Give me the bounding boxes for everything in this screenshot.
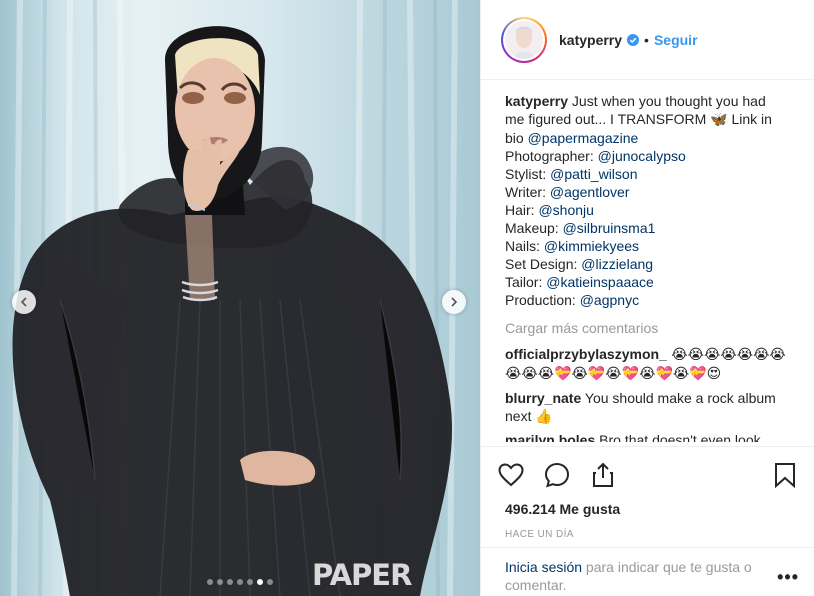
credit-handle-link[interactable]: @shonju: [538, 202, 593, 218]
username-link[interactable]: katyperry: [559, 32, 622, 48]
next-photo-button[interactable]: [442, 290, 466, 314]
credit-handle-link[interactable]: @silbruinsma1: [563, 220, 656, 236]
verified-badge-icon: [627, 33, 640, 46]
likes-count[interactable]: 496.214 Me gusta: [505, 501, 620, 517]
credit-label: Hair:: [505, 202, 539, 218]
like-button[interactable]: [497, 461, 525, 489]
carousel-dot: [247, 579, 253, 585]
caption-text: me figured out... I TRANSFORM: [505, 111, 711, 127]
caption: katyperry Just when you thought you had …: [505, 92, 795, 309]
credit-handle-link[interactable]: @patti_wilson: [550, 166, 637, 182]
login-prompt: Inicia sesión para indicar que te gusta …: [481, 547, 814, 594]
carousel-dot: [217, 579, 223, 585]
post-side-panel: katyperry • Seguir katyperry Just when y…: [480, 0, 814, 596]
share-icon: [593, 462, 613, 487]
post-timestamp: HACE UN DÍA: [505, 529, 574, 540]
comment-item: blurry_nate You should make a rock album…: [505, 389, 795, 425]
load-more-comments-button[interactable]: Cargar más comentarios: [505, 319, 795, 337]
post-actions: 496.214 Me gusta HACE UN DÍA Inicia sesi…: [481, 446, 814, 596]
credit-handle-link[interactable]: @katieinspaaace: [546, 274, 654, 290]
credit-label: Photographer:: [505, 148, 598, 164]
comment-icon: [544, 462, 570, 488]
carousel-dot: [227, 579, 233, 585]
header-separator: •: [644, 31, 649, 48]
butterfly-emoji: 🦋: [710, 112, 728, 128]
caption-username[interactable]: katyperry: [505, 93, 568, 109]
comment-button[interactable]: [543, 461, 571, 489]
credit-line: Makeup: @silbruinsma1: [505, 219, 795, 237]
credit-line: Writer: @agentlover: [505, 183, 795, 201]
comment-username[interactable]: marilyn.boles: [505, 432, 595, 442]
photo-scene: [11, 0, 458, 596]
credit-handle-link[interactable]: @kimmiekyees: [544, 238, 639, 254]
carousel-dot: [207, 579, 213, 585]
caption-text: bio: [505, 130, 528, 146]
carousel-indicator: [207, 579, 273, 585]
chevron-right-icon: [451, 297, 458, 307]
credit-handle-link[interactable]: @agpnyc: [580, 292, 639, 308]
chevron-left-icon: [20, 297, 27, 307]
credit-handle-link[interactable]: @lizzielang: [581, 256, 653, 272]
comment-item: officialprzybylaszymon_ 😭😭😭😭😭😭😭😭😭😭💝😭💝😭💝😭…: [505, 345, 795, 383]
paper-watermark: PAPER: [312, 558, 412, 592]
comment-item: marilyn.boles Bro that doesn't even look: [505, 431, 795, 442]
comments-list[interactable]: katyperry Just when you thought you had …: [505, 92, 795, 442]
caption-text: Just when you thought you had: [568, 93, 766, 109]
credit-label: Stylist:: [505, 166, 551, 182]
caption-text: Link in: [727, 111, 772, 127]
credit-line: Photographer: @junocalypso: [505, 147, 795, 165]
carousel-dot-active: [257, 579, 263, 585]
follow-button[interactable]: Seguir: [654, 32, 698, 48]
credit-line: Stylist: @patti_wilson: [505, 165, 795, 183]
comment-text: Bro that doesn't even look: [595, 432, 761, 442]
login-link[interactable]: Inicia sesión: [505, 559, 582, 575]
comment-username[interactable]: blurry_nate: [505, 390, 581, 406]
credit-line: Tailor: @katieinspaaace: [505, 273, 795, 291]
credit-label: Production:: [505, 292, 580, 308]
credit-label: Tailor:: [505, 274, 547, 290]
save-button[interactable]: [771, 461, 799, 489]
avatar[interactable]: [501, 16, 547, 63]
credit-handle-link[interactable]: @junocalypso: [598, 148, 686, 164]
credit-label: Nails:: [505, 238, 544, 254]
comment-username[interactable]: officialprzybylaszymon_: [505, 346, 667, 362]
previous-photo-button[interactable]: [12, 290, 36, 314]
credit-line: Hair: @shonju: [505, 201, 795, 219]
carousel-dot: [237, 579, 243, 585]
share-button[interactable]: [589, 461, 617, 489]
avatar-image: [505, 20, 543, 59]
post-photo[interactable]: PAPER: [0, 0, 480, 596]
credit-handle-link[interactable]: @agentlover: [550, 184, 630, 200]
heart-icon: [498, 463, 524, 487]
credits-list: Photographer: @junocalypso Stylist: @patt…: [505, 147, 795, 309]
carousel-dot: [267, 579, 273, 585]
post-header: katyperry • Seguir: [481, 0, 814, 80]
more-options-button[interactable]: •••: [777, 567, 799, 588]
credit-line: Production: @agpnyc: [505, 291, 795, 309]
credit-label: Set Design:: [505, 256, 582, 272]
credit-label: Makeup:: [505, 220, 563, 236]
mention-link[interactable]: @papermagazine: [528, 130, 639, 146]
credit-line: Nails: @kimmiekyees: [505, 237, 795, 255]
bookmark-icon: [775, 463, 795, 488]
credit-line: Set Design: @lizzielang: [505, 255, 795, 273]
credit-label: Writer:: [505, 184, 550, 200]
